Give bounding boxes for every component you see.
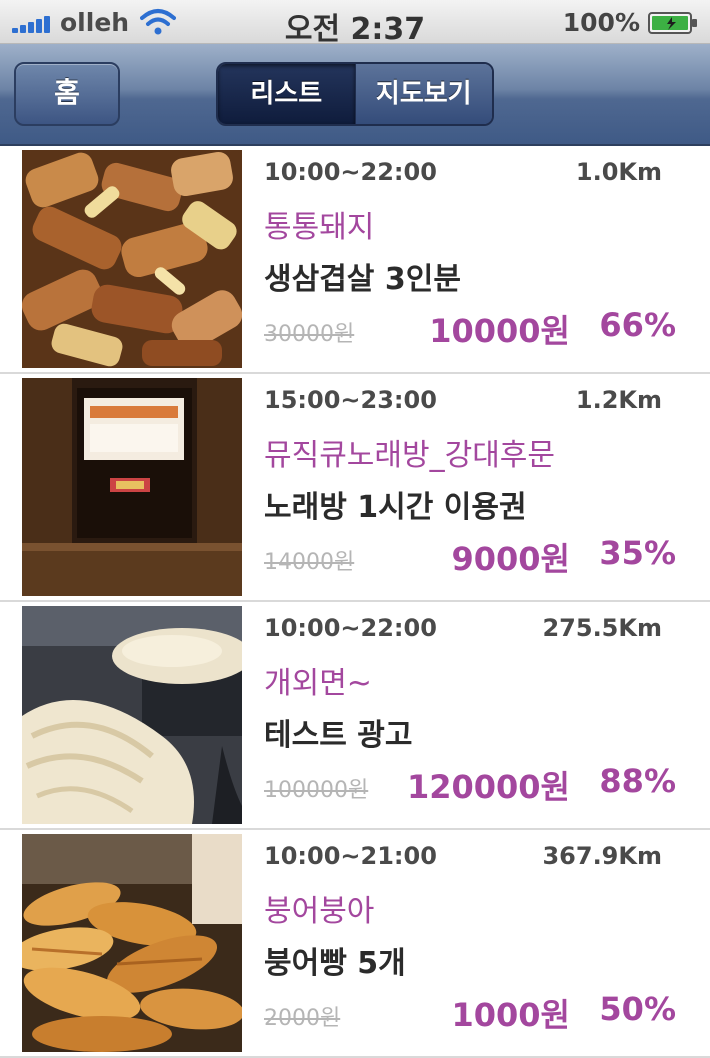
status-bar: olleh 오전 2:37 100% [0, 0, 710, 47]
sale-price: 9000원 [451, 540, 570, 578]
product-name: 노래방 1시간 이용권 [264, 490, 527, 525]
product-name: 생삼겹살 3인분 [264, 262, 461, 297]
navigation-bar: 홈 리스트 지도보기 [0, 44, 710, 146]
shop-name: 붕어붕아 [264, 894, 375, 929]
wifi-icon [140, 9, 176, 35]
shop-name: 뮤직큐노래방_강대후문 [264, 438, 555, 473]
signal-strength-icon [12, 15, 52, 33]
business-hours: 10:00~22:00 [264, 158, 437, 186]
segment-map-view[interactable]: 지도보기 [354, 64, 492, 124]
product-name: 붕어빵 5개 [264, 946, 406, 981]
discount-rate: 66% [599, 306, 676, 344]
fish-shaped-bread-photo [22, 834, 242, 1052]
deal-list: 10:00~22:00 1.0Km 통통돼지 생삼겹살 3인분 30000원 1… [0, 146, 710, 1058]
business-hours: 10:00~22:00 [264, 614, 437, 642]
original-price: 30000원 [264, 322, 355, 347]
deal-row[interactable]: 10:00~21:00 367.9Km 붕어붕아 붕어빵 5개 2000원 10… [0, 830, 710, 1058]
discount-rate: 50% [599, 990, 676, 1028]
deal-row[interactable]: 10:00~22:00 1.0Km 통통돼지 생삼겹살 3인분 30000원 1… [0, 146, 710, 374]
distance: 1.0Km [575, 158, 662, 186]
distance: 367.9Km [542, 842, 662, 870]
discount-rate: 88% [599, 762, 676, 800]
sale-price: 1000원 [451, 996, 570, 1034]
grilled-pork-belly-photo [22, 150, 242, 368]
home-button[interactable]: 홈 [14, 62, 120, 126]
original-price: 100000원 [264, 778, 369, 803]
shop-name: 통통돼지 [264, 210, 375, 245]
shop-name: 개외면~ [264, 666, 372, 701]
business-hours: 10:00~21:00 [264, 842, 437, 870]
battery-percentage: 100% [562, 8, 640, 37]
discount-rate: 35% [599, 534, 676, 572]
karaoke-room-photo [22, 378, 242, 596]
sale-price: 10000원 [429, 312, 570, 350]
deal-row[interactable]: 15:00~23:00 1.2Km 뮤직큐노래방_강대후문 노래방 1시간 이용… [0, 374, 710, 602]
sale-price: 120000원 [406, 768, 570, 806]
original-price: 2000원 [264, 1006, 341, 1031]
view-segmented-control: 리스트 지도보기 [216, 62, 494, 126]
distance: 1.2Km [575, 386, 662, 414]
product-name: 테스트 광고 [264, 718, 413, 753]
business-hours: 15:00~23:00 [264, 386, 437, 414]
battery-icon [648, 12, 697, 34]
segment-list[interactable]: 리스트 [218, 64, 355, 124]
deal-row[interactable]: 10:00~22:00 275.5Km 개외면~ 테스트 광고 100000원 … [0, 602, 710, 830]
distance: 275.5Km [542, 614, 662, 642]
original-price: 14000원 [264, 550, 355, 575]
carrier-name: olleh [60, 8, 130, 37]
grilled-fish-photo [22, 606, 242, 824]
